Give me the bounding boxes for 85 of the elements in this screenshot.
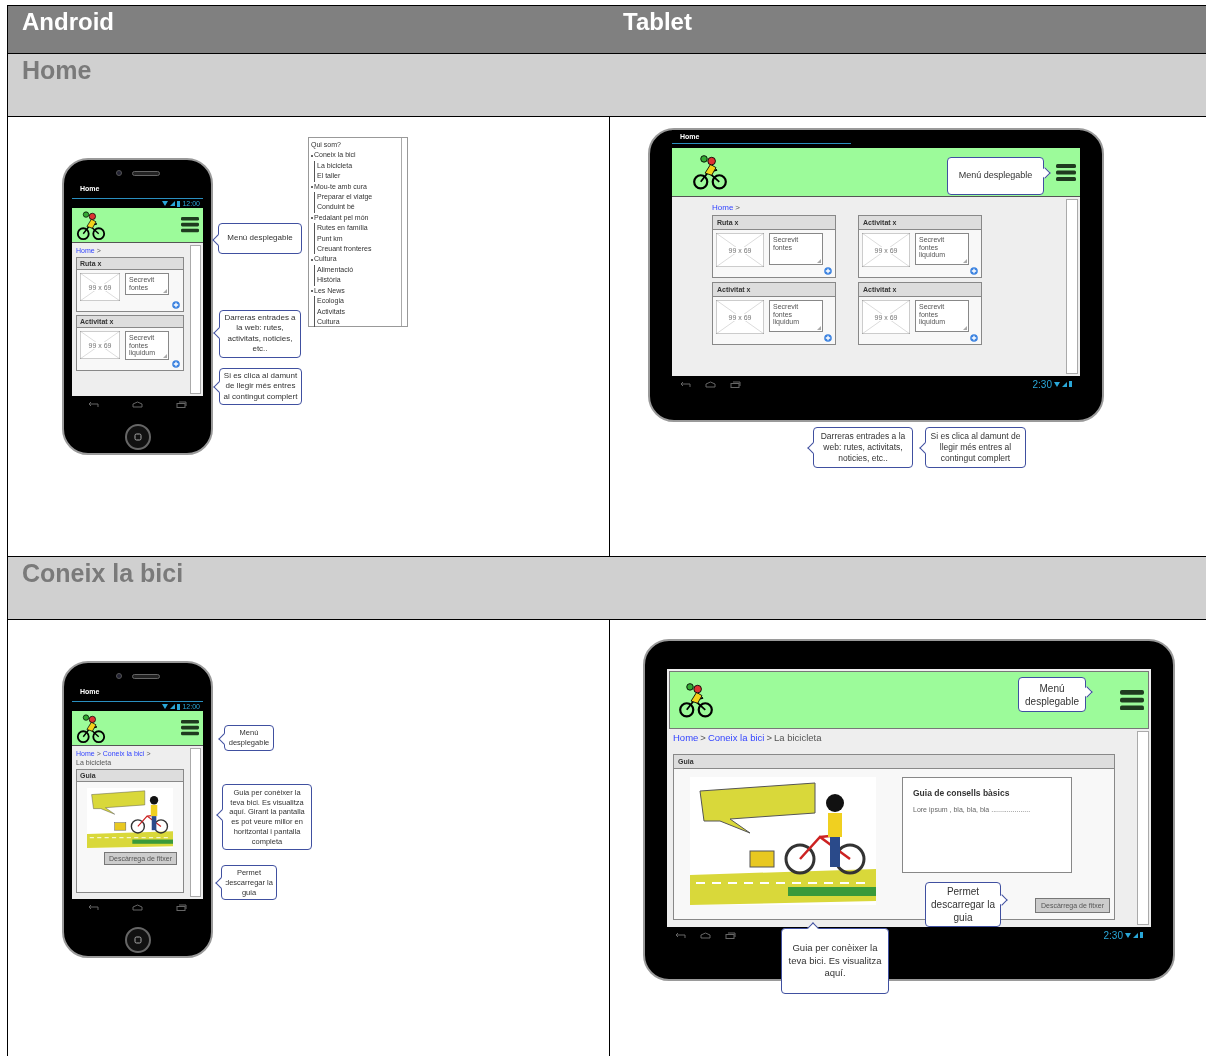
- home-button[interactable]: [124, 927, 151, 953]
- scrollbar[interactable]: [1066, 199, 1078, 374]
- callout-note: Si es clica al damunt de llegir més entres al contingut complert: [919, 427, 1026, 468]
- camera-icon: [115, 673, 122, 679]
- callout-note: Si es clica al damunt de llegir més entres al contingut complert: [213, 368, 302, 406]
- status-time: 2:30: [1032, 378, 1052, 390]
- breadcrumb-text: >: [735, 203, 740, 212]
- image-placeholder: [716, 300, 764, 334]
- resize-grip-icon: [163, 354, 167, 359]
- home-icon[interactable]: [705, 380, 716, 388]
- callout-note: Darreras entrades a la web: rutes, activitats, noticies, etc..: [807, 427, 913, 468]
- camera-icon: [115, 170, 122, 176]
- recent-apps-icon[interactable]: [730, 380, 741, 388]
- callout-note: Menú desplegable: [1018, 677, 1092, 712]
- add-icon[interactable]: [824, 334, 832, 342]
- home-icon[interactable]: [700, 931, 711, 939]
- image-placeholder: [716, 233, 764, 267]
- square-icon: [133, 433, 142, 441]
- breadcrumb-link[interactable]: Home: [673, 732, 699, 743]
- menu-icon[interactable]: [1056, 163, 1076, 181]
- info-title: Guia de consells bàsics: [913, 788, 1011, 798]
- resize-grip-icon: [963, 326, 967, 330]
- home-icon[interactable]: [132, 903, 143, 911]
- add-icon[interactable]: [824, 267, 832, 275]
- callout-note: Guia per conèixer la teva bici. Es visualitza aquí.: [781, 922, 889, 994]
- menu-icon[interactable]: [181, 217, 199, 233]
- recent-apps-icon[interactable]: [725, 931, 736, 939]
- speaker-icon: [131, 673, 160, 679]
- battery-icon: [177, 200, 181, 207]
- cyclist-logo-icon: [76, 208, 106, 242]
- back-icon[interactable]: [675, 931, 686, 939]
- wifi-icon: [162, 201, 169, 206]
- menu-icon[interactable]: [181, 720, 199, 736]
- breadcrumb-text: La bicicleta: [773, 732, 822, 743]
- back-icon[interactable]: [88, 903, 100, 911]
- back-icon[interactable]: [88, 400, 100, 408]
- wifi-icon: [1125, 932, 1131, 938]
- section-title: Coneix la bici: [21, 558, 184, 589]
- battery-icon: [1069, 381, 1072, 387]
- column-header: Android: [21, 7, 115, 37]
- cyclist-logo-icon: [76, 711, 106, 745]
- battery-icon: [1140, 932, 1143, 938]
- callout-note: Menú desplegable: [947, 157, 1050, 195]
- signal-icon: [1062, 381, 1067, 387]
- callout-note: Permet descarregar la guia: [925, 882, 1007, 927]
- breadcrumb-text: >: [700, 732, 706, 743]
- callout-note: Darreras entrades a la web: rutes, activitats, noticies, etc..: [213, 310, 301, 358]
- recent-apps-icon[interactable]: [175, 400, 187, 408]
- recent-apps-icon[interactable]: [175, 903, 187, 911]
- back-icon[interactable]: [680, 380, 691, 388]
- resize-grip-icon: [163, 289, 167, 293]
- breadcrumb-text: >: [766, 732, 772, 743]
- scrollbar[interactable]: [1137, 731, 1149, 925]
- breadcrumb-link[interactable]: Home: [712, 203, 734, 212]
- home-button[interactable]: [124, 424, 151, 450]
- resize-grip-icon: [963, 259, 967, 263]
- image-placeholder: [80, 331, 120, 359]
- breadcrumb-link[interactable]: Coneix la bici: [707, 732, 765, 743]
- column-header: Tablet: [622, 7, 693, 37]
- callout-note: Menú desplegable: [212, 223, 302, 254]
- resize-grip-icon: [817, 326, 821, 330]
- add-icon[interactable]: [970, 334, 978, 342]
- square-icon: [133, 936, 142, 944]
- resize-grip-icon: [817, 259, 821, 263]
- battery-icon: [177, 703, 181, 710]
- scrollbar[interactable]: [190, 245, 201, 394]
- speaker-icon: [131, 170, 160, 176]
- add-icon[interactable]: [172, 360, 180, 369]
- add-icon[interactable]: [172, 301, 180, 309]
- menu-icon[interactable]: [1120, 689, 1144, 711]
- scrollbar[interactable]: [190, 748, 201, 897]
- wifi-icon: [162, 704, 169, 709]
- cyclist-logo-icon: [678, 680, 714, 720]
- image-placeholder: [862, 300, 910, 334]
- add-icon[interactable]: [970, 267, 978, 275]
- image-placeholder: [80, 273, 120, 301]
- section-title: Home: [21, 55, 92, 86]
- signal-icon: [170, 704, 176, 709]
- signal-icon: [170, 201, 176, 206]
- home-icon[interactable]: [132, 400, 143, 408]
- wifi-icon: [1054, 381, 1060, 387]
- image-placeholder: [862, 233, 910, 267]
- status-time: 2:30: [1103, 929, 1123, 941]
- signal-icon: [1133, 932, 1138, 938]
- cyclist-logo-icon: [692, 152, 728, 192]
